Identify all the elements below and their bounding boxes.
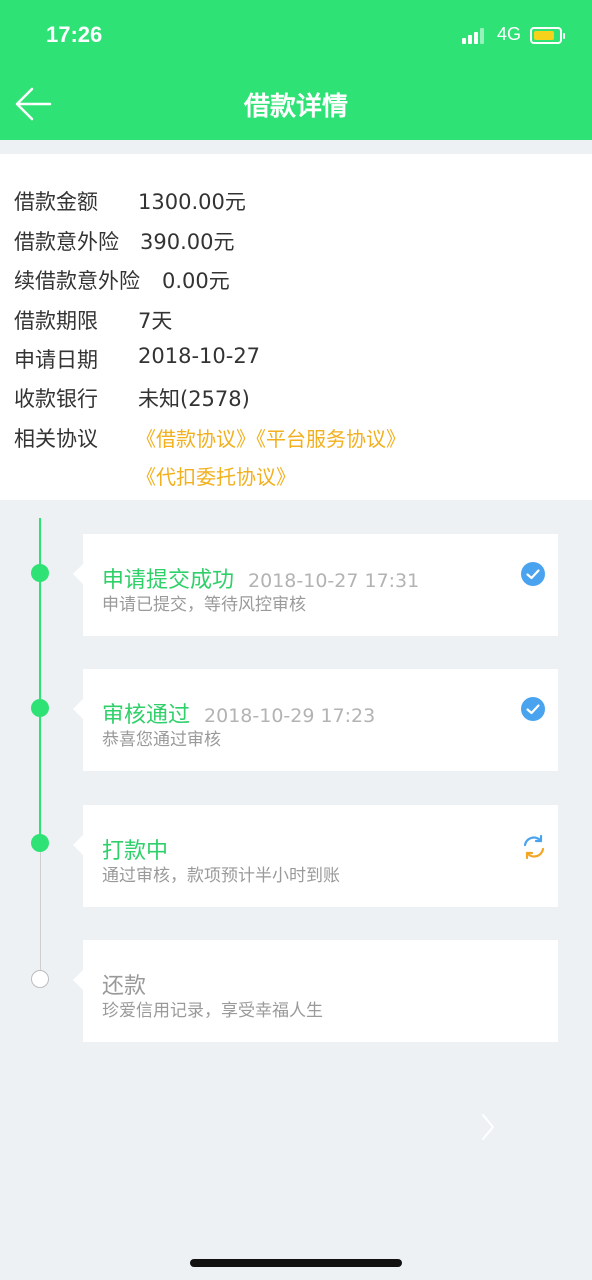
- detail-label: 借款意外险: [14, 230, 119, 254]
- timeline-item: 还款 珍爱信用记录，享受幸福人生: [73, 940, 558, 1042]
- timeline-dot: [31, 970, 49, 988]
- detail-row-renewal-insurance: 续借款意外险 0.00元: [14, 265, 230, 295]
- detail-row-apply-date: 申请日期 2018-10-27: [14, 344, 260, 374]
- platform-service-agreement-link[interactable]: 《平台服务协议》: [256, 427, 406, 451]
- detail-label: 相关协议: [14, 427, 98, 451]
- timeline-item: 申请提交成功 2018-10-27 17:31 申请已提交，等待风控审核: [73, 534, 558, 636]
- page-title: 借款详情: [243, 92, 348, 122]
- detail-row-amount: 借款金额 1300.00元: [14, 186, 246, 216]
- detail-label: 申请日期: [14, 348, 98, 372]
- loan-agreement-link[interactable]: 《借款协议》: [136, 427, 256, 451]
- loan-details-card: 借款金额 1300.00元 借款意外险 390.00元 续借款意外险 0.00元…: [0, 154, 592, 500]
- check-circle-icon: [521, 697, 545, 721]
- status-time: 17:26: [46, 22, 103, 47]
- detail-value: 390.00元: [140, 230, 235, 254]
- detail-value: 未知(2578): [138, 387, 250, 411]
- detail-label: 借款期限: [14, 309, 98, 333]
- timeline-line-pending: [40, 842, 41, 978]
- detail-row-bank: 收款银行 未知(2578): [14, 383, 250, 413]
- timeline-item: 审核通过 2018-10-29 17:23 恭喜您通过审核: [73, 669, 558, 771]
- refresh-icon: [520, 833, 548, 861]
- detail-label: 续借款意外险: [14, 269, 140, 293]
- detail-label: 借款金额: [14, 190, 98, 214]
- chevron-right-icon[interactable]: [480, 1112, 496, 1142]
- home-indicator[interactable]: [190, 1259, 402, 1267]
- battery-icon: [530, 27, 565, 44]
- timeline-item-desc: 珍爱信用记录，享受幸福人生: [102, 1001, 323, 1021]
- timeline-item: 打款中 通过审核，款项预计半小时到账: [73, 805, 558, 907]
- detail-value: 1300.00元: [138, 190, 246, 214]
- header-bar: 17:26 4G 借款详情: [0, 0, 592, 140]
- signal-icon: [462, 28, 490, 44]
- check-circle-icon: [521, 562, 545, 586]
- detail-row-insurance: 借款意外险 390.00元: [14, 226, 234, 256]
- network-type: 4G: [497, 24, 522, 44]
- detail-value: 7天: [138, 309, 173, 333]
- detail-label: 收款银行: [14, 387, 98, 411]
- detail-value: 2018-10-27: [138, 344, 261, 368]
- timeline-dot: [31, 834, 49, 852]
- timeline-item-time: 2018-10-29 17:23: [204, 705, 376, 727]
- timeline-item-desc: 恭喜您通过审核: [102, 730, 221, 750]
- timeline-dot: [31, 564, 49, 582]
- detail-row-term: 借款期限 7天: [14, 305, 172, 335]
- timeline-item-time: 2018-10-27 17:31: [248, 570, 420, 592]
- debit-authorization-agreement-link[interactable]: 《代扣委托协议》: [136, 465, 296, 489]
- timeline-item-desc: 通过审核，款项预计半小时到账: [102, 866, 340, 886]
- timeline-item-desc: 申请已提交，等待风控审核: [102, 595, 306, 615]
- detail-value: 0.00元: [162, 269, 230, 293]
- timeline-dot: [31, 699, 49, 717]
- detail-row-agreements: 相关协议 《借款协议》《平台服务协议》: [14, 423, 406, 453]
